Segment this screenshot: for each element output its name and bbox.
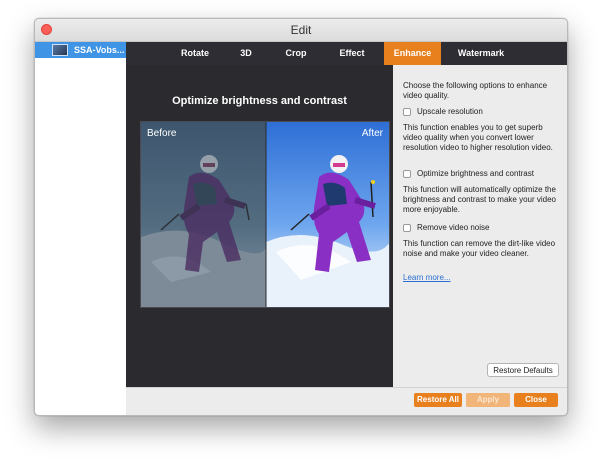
- footer-bar: Restore All Apply Close: [126, 387, 567, 415]
- tab-watermark[interactable]: Watermark: [448, 42, 514, 65]
- video-thumbnail-icon: [52, 44, 68, 56]
- enhance-options-panel: Choose the following options to enhance …: [393, 65, 567, 387]
- noise-description: This function can remove the dirt-like v…: [403, 239, 556, 258]
- close-button[interactable]: Close: [514, 393, 558, 407]
- after-label: After: [361, 128, 383, 139]
- option-label: Remove video noise: [417, 223, 490, 232]
- remove-noise-option[interactable]: Remove video noise: [403, 223, 489, 232]
- restore-all-button[interactable]: Restore All: [414, 393, 462, 407]
- upscale-description: This function enables you to get superb …: [403, 123, 553, 152]
- optimize-brightness-option[interactable]: Optimize brightness and contrast: [403, 169, 534, 178]
- intro-text: Choose the following options to enhance …: [403, 81, 548, 100]
- upscale-resolution-option[interactable]: Upscale resolution: [403, 107, 483, 116]
- optimize-description: This function will automatically optimiz…: [403, 185, 556, 214]
- tab-effect[interactable]: Effect: [332, 42, 372, 65]
- learn-more-link[interactable]: Learn more...: [403, 273, 451, 282]
- before-label: Before: [147, 128, 177, 139]
- upscale-resolution-checkbox[interactable]: [403, 107, 411, 116]
- title-bar: Edit: [35, 19, 567, 42]
- window-title: Edit: [290, 23, 312, 37]
- preview-area: Optimize brightness and contrast Before …: [126, 65, 393, 387]
- before-after-comparison: Before After: [140, 121, 390, 308]
- optimize-brightness-checkbox[interactable]: [403, 169, 411, 178]
- tab-enhance[interactable]: Enhance: [384, 42, 441, 65]
- preview-title: Optimize brightness and contrast: [172, 95, 347, 107]
- sidebar-item-label: SSA-Vobs...: [74, 45, 125, 55]
- sidebar-item-file[interactable]: SSA-Vobs...: [35, 42, 126, 58]
- tab-crop[interactable]: Crop: [278, 42, 314, 65]
- file-list-sidebar: SSA-Vobs...: [35, 42, 127, 415]
- skier-image: [141, 122, 389, 307]
- tab-rotate[interactable]: Rotate: [176, 42, 214, 65]
- remove-noise-checkbox[interactable]: [403, 223, 411, 232]
- tab-3d[interactable]: 3D: [232, 42, 260, 65]
- edit-tab-bar: Rotate 3D Crop Effect Enhance Watermark: [126, 42, 567, 65]
- restore-defaults-button[interactable]: Restore Defaults: [487, 363, 559, 377]
- close-window-button[interactable]: [41, 24, 52, 35]
- option-label: Upscale resolution: [417, 107, 483, 116]
- edit-window: Edit SSA-Vobs... Rotate 3D Crop Effect E…: [34, 18, 568, 416]
- option-label: Optimize brightness and contrast: [417, 169, 534, 178]
- apply-button[interactable]: Apply: [466, 393, 510, 407]
